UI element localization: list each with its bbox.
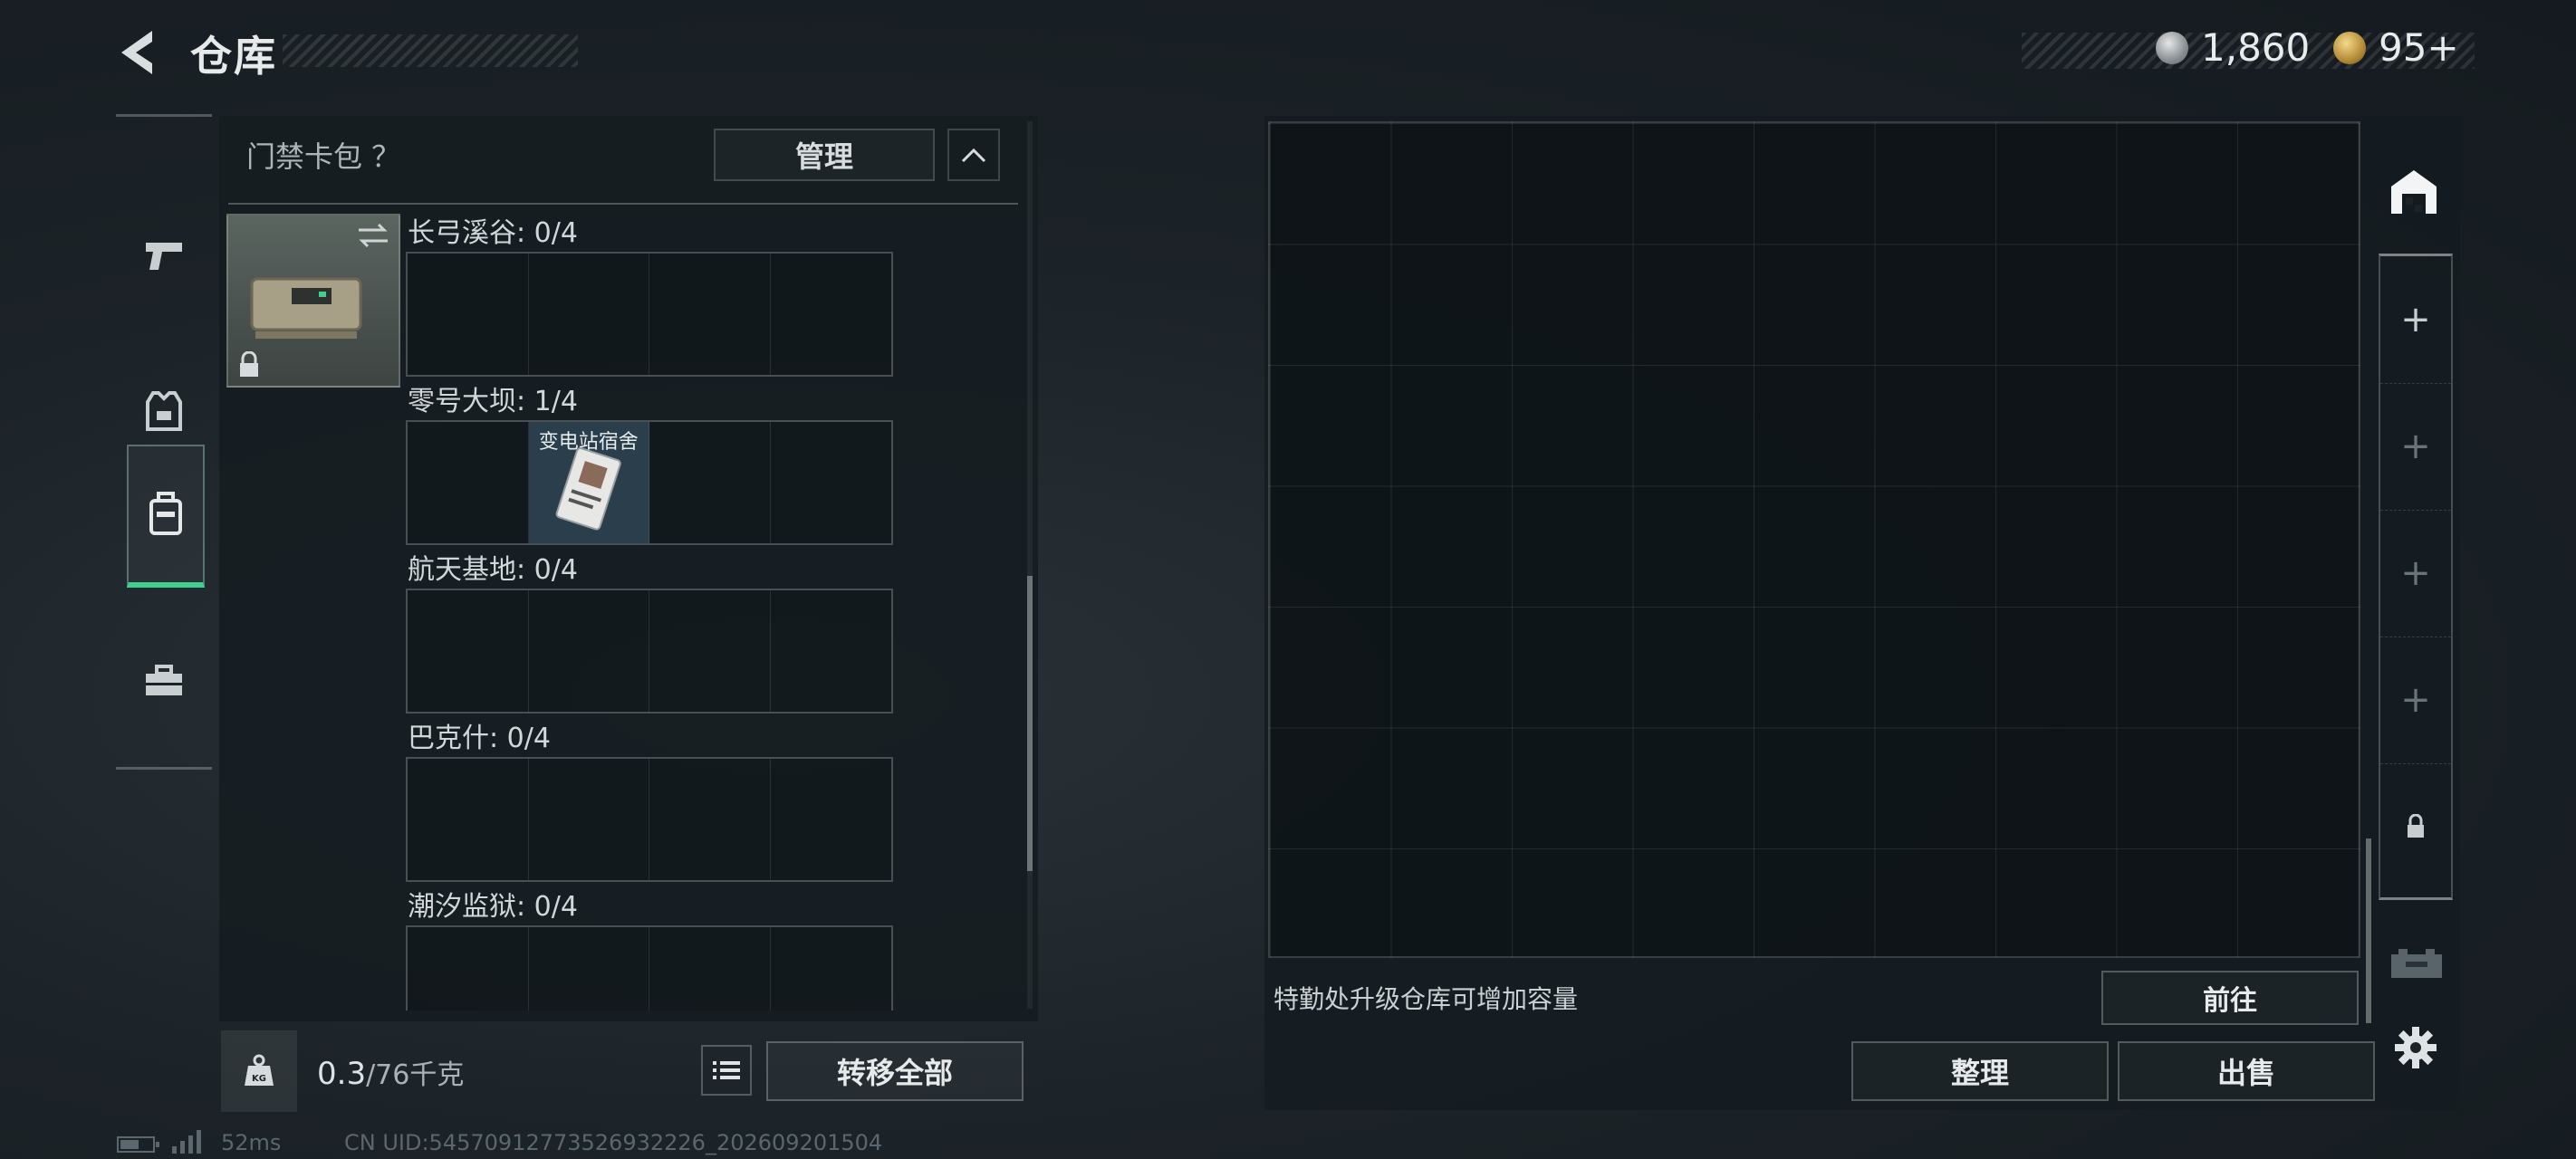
list-icon [713,1061,740,1079]
silver-coin-icon [2156,31,2188,64]
card-slot[interactable] [408,759,529,880]
goto-button[interactable]: 前往 [2101,971,2359,1025]
page-add-button[interactable]: + [2380,637,2451,764]
sell-button[interactable]: 出售 [2118,1041,2375,1101]
signal-icon [172,1130,201,1154]
page-title: 仓库 [190,32,277,81]
lock-icon [240,351,258,377]
storage-grid[interactable] [1268,121,2360,958]
armor-vest-icon [146,391,182,431]
warehouse-icon [2391,170,2437,214]
back-arrow-icon[interactable] [116,27,161,78]
card-pack-item[interactable] [226,214,400,388]
card-slot[interactable] [770,759,891,880]
section-label-hangtian: 航天基地: 0/4 [408,554,578,586]
category-tools[interactable] [127,613,201,749]
card-slot[interactable] [649,759,771,880]
transfer-all-button[interactable]: 转移全部 [766,1041,1024,1101]
svg-text:KG: KG [252,1074,266,1084]
card-slot[interactable] [408,590,529,712]
slot-row-linghao: 变电站宿舍 [406,420,893,545]
page-add-button[interactable]: + [2380,256,2451,384]
ammo-box-icon[interactable] [2388,945,2446,982]
category-backpack[interactable] [127,445,205,588]
list-view-button[interactable] [701,1045,752,1096]
slot-row-bakeshi [406,757,893,882]
slot-row-chaoxi [406,925,893,1011]
section-label-changgong: 长弓溪谷: 0/4 [408,217,578,249]
card-slot[interactable] [528,590,649,712]
title-decoration [283,34,578,67]
category-bar [116,114,212,770]
section-label-linghao: 零号大坝: 1/4 [408,386,578,417]
weight-icon-box: KG [221,1030,297,1112]
backpack-icon [149,492,182,535]
upgrade-hint: 特勤处升级仓库可增加容量 [1274,984,1579,1014]
card-slot[interactable] [649,422,771,543]
weight-kg-icon: KG [245,1054,274,1086]
page-locked[interactable] [2380,763,2451,890]
ping-text: 52ms [221,1130,282,1155]
storage-home-tab[interactable] [2382,159,2446,223]
gold-currency[interactable]: 95+ [2333,25,2459,70]
sort-button[interactable]: 整理 [1851,1041,2109,1101]
carry-weight: 0.3/76千克 [317,1056,465,1092]
battery-icon [117,1136,159,1153]
card-slot[interactable] [649,927,771,1011]
slot-row-hangtian [406,589,893,714]
card-slot[interactable] [649,590,771,712]
section-label-bakeshi: 巴克什: 0/4 [408,723,551,754]
card-pack-title[interactable]: 门禁卡包 ？ [246,134,400,176]
storage-page-list: + + + + [2379,254,2453,900]
card-slot[interactable] [770,422,891,543]
card-slot[interactable] [770,590,891,712]
keycard-image [555,447,621,531]
slot-row-changgong [406,252,893,377]
chevron-up-icon [961,148,986,163]
category-weapons[interactable] [127,187,201,323]
card-slot[interactable] [408,254,529,375]
toolbox-icon [146,665,182,695]
card-slot[interactable] [408,927,529,1011]
uid-text: CN UID:54570912773526932226_202609201504 [344,1130,883,1155]
card-slot-keycard[interactable]: 变电站宿舍 [528,422,649,543]
silver-currency: 1,860 [2156,25,2310,70]
page-add-button[interactable]: + [2380,510,2451,637]
left-scrollbar-track[interactable] [1027,121,1033,1009]
manage-button[interactable]: 管理 [714,129,935,181]
collapse-button[interactable] [947,129,1000,181]
storage-scrollbar[interactable] [2366,838,2371,1023]
page-add-button[interactable]: + [2380,383,2451,511]
card-slot[interactable] [770,254,891,375]
card-slot[interactable] [528,759,649,880]
card-slot[interactable] [528,927,649,1011]
section-label-chaoxi: 潮汐监狱: 0/4 [408,891,578,923]
left-scrollbar-thumb[interactable] [1027,576,1033,871]
card-slot[interactable] [528,254,649,375]
lock-icon [2408,814,2424,838]
gear-icon[interactable] [2393,1025,2438,1070]
swap-icon[interactable] [355,221,391,250]
gold-coin-icon [2333,31,2366,64]
card-slot[interactable] [408,422,529,543]
pistol-icon [146,243,182,270]
card-slot[interactable] [770,927,891,1011]
card-slot[interactable] [649,254,771,375]
